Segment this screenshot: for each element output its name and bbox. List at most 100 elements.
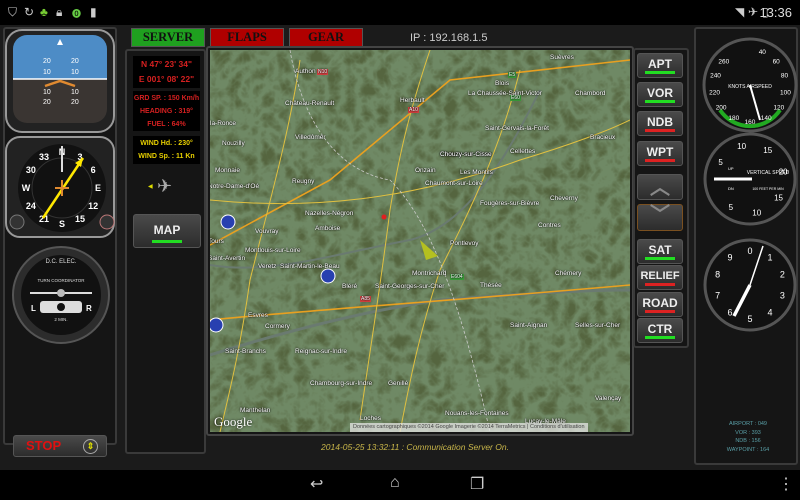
layer-wpt-button[interactable]: WPT	[637, 141, 683, 166]
latitude: N 47° 23' 34"	[140, 59, 193, 69]
status-indicator	[645, 100, 675, 103]
zoom-in-button[interactable]: ︿	[637, 174, 683, 200]
pitch-label: 20	[43, 99, 51, 106]
back-icon[interactable]: ↩	[310, 474, 323, 494]
compass-icon: ⇕	[83, 439, 98, 454]
vsi-sub: 100 FEET PER MIN	[752, 187, 784, 191]
town-label: Villedômer	[295, 134, 326, 141]
terms-link[interactable]: Conditions d'utilisation	[530, 424, 585, 430]
tc-right-label: R	[86, 304, 92, 313]
dial-label: 9	[728, 252, 733, 262]
maptype-road-button[interactable]: ROAD	[637, 292, 683, 317]
dial-label: 6	[91, 165, 96, 175]
badge-41-icon: ⓿	[72, 9, 82, 19]
dial-label: 33	[39, 152, 49, 162]
pitch-label: 20	[71, 58, 79, 65]
ground-speed: GRD SP. : 150 Km/h	[133, 95, 200, 102]
dial-label: 5	[718, 158, 723, 167]
home-icon[interactable]: ⌂	[390, 474, 400, 492]
status-indicator	[645, 257, 675, 260]
dial-label: 3	[780, 291, 785, 301]
battery-bar-icon: ▮	[90, 5, 97, 19]
recent-apps-icon[interactable]: ❐	[470, 474, 484, 494]
dial-label: S	[59, 219, 65, 229]
layer-vor-button[interactable]: VOR	[637, 82, 683, 107]
course-knob[interactable]	[99, 214, 115, 230]
wind-box: WIND Hd. : 230° WIND Sp. : 11 Kn	[133, 136, 200, 164]
zoom-out-button[interactable]: ﹀	[637, 204, 683, 231]
town-label: Onzain	[415, 167, 436, 174]
town-label: Loches	[360, 415, 381, 422]
dial-label: W	[22, 183, 31, 193]
vsi-title: VERTICAL SPEED	[747, 170, 790, 176]
town-label: Cheverny	[550, 195, 578, 202]
dial-label: 220	[709, 89, 720, 96]
map-attribution: Données cartographiques ©2014 Google Ima…	[350, 423, 588, 432]
button-label: VOR	[646, 86, 673, 100]
dial-label: 160	[745, 119, 756, 126]
status-indicator	[645, 129, 675, 132]
dial-label: 2	[780, 269, 785, 279]
status-indicator	[645, 71, 675, 74]
wind-speed: WIND Sp. : 11 Kn	[138, 153, 195, 160]
wind-heading: WIND Hd. : 230°	[140, 140, 193, 147]
sound-icon[interactable]: ◀	[148, 183, 153, 190]
flaps-button[interactable]: FLAPS	[210, 28, 284, 47]
map-roads	[210, 50, 630, 432]
maptype-sat-button[interactable]: SAT	[637, 239, 683, 264]
flight-data-box: GRD SP. : 150 Km/h HEADING : 319° FUEL :…	[133, 91, 200, 131]
town-label: Tours	[210, 238, 224, 245]
dial-label: 10	[752, 208, 761, 217]
town-label: Château-Renault	[285, 100, 335, 107]
pitch-label: 10	[43, 69, 51, 76]
stop-button[interactable]: STOP ⇕	[13, 435, 107, 457]
town-label: Notre-Dame-d'Oé	[210, 183, 260, 190]
town-label: Valençay	[595, 395, 622, 402]
button-label: RELIEF	[640, 270, 680, 282]
overflow-menu-icon[interactable]: ⋮	[778, 474, 794, 494]
server-toggle-button[interactable]: SERVER ON	[131, 28, 205, 61]
maptype-relief-button[interactable]: RELIEF	[637, 265, 683, 290]
pitch-label: 20	[71, 99, 79, 106]
airplane-mode-icon: ✈	[748, 5, 759, 19]
shield-icon: ⛉	[8, 5, 18, 19]
maptype-ctr-button[interactable]: CTR	[637, 318, 683, 343]
town-label: Nouzilly	[222, 140, 245, 147]
road-shield: E60	[510, 95, 521, 101]
dial-label: 60	[773, 58, 781, 65]
dial-label: 1	[767, 252, 772, 262]
dial-label: 7	[715, 291, 720, 301]
town-label: Bléré	[342, 283, 358, 290]
dial-label: 200	[716, 104, 727, 111]
town-label: Genillé	[388, 380, 409, 387]
layer-apt-button[interactable]: APT	[637, 53, 683, 78]
status-bar: ⛉ ↻ ♣ 🔒︎ ⓿ ▮ ◥ ✈ ▯ 13:36	[0, 0, 800, 25]
town-label: Cormery	[265, 323, 290, 330]
map-view[interactable]: Authon Château-Renault Herbault La Chaussée…	[210, 50, 630, 432]
town-label: Les Montils	[460, 169, 493, 176]
navigation-bar	[0, 470, 800, 500]
dial-label: 8	[715, 269, 720, 279]
town-label: Authon	[295, 68, 316, 75]
altimeter: 0 12 34 5 67 89	[703, 238, 797, 332]
status-indicator	[645, 336, 675, 339]
road-shield: N10	[317, 69, 329, 75]
chevron-up-icon: ︿	[650, 177, 670, 199]
town-label: Reignac-sur-Indre	[295, 348, 348, 355]
town-label: Nouans-les-Fontaines	[445, 410, 509, 417]
ndb-count: NDB : 156	[735, 438, 761, 444]
tc-bottom-label: 2 MIN.	[54, 317, 67, 322]
town-label: Saint-Branchs	[225, 348, 266, 355]
fuel: FUEL : 64%	[147, 121, 186, 128]
status-indicator	[645, 310, 675, 313]
town-label: Amboise	[315, 225, 341, 232]
gear-button[interactable]: GEAR DOWN	[289, 28, 363, 61]
heading-bug-knob[interactable]	[9, 214, 25, 230]
status-indicator	[645, 159, 675, 162]
heading: HEADING : 319°	[140, 108, 193, 115]
dial-label: 24	[26, 201, 36, 211]
layer-ndb-button[interactable]: NDB	[637, 111, 683, 136]
map-button[interactable]: MAP	[133, 214, 201, 248]
database-counts: AIRPORT : 049 VOR : 393 NDB : 156 WAYPOI…	[712, 420, 784, 454]
pitch-label: 10	[43, 89, 51, 96]
